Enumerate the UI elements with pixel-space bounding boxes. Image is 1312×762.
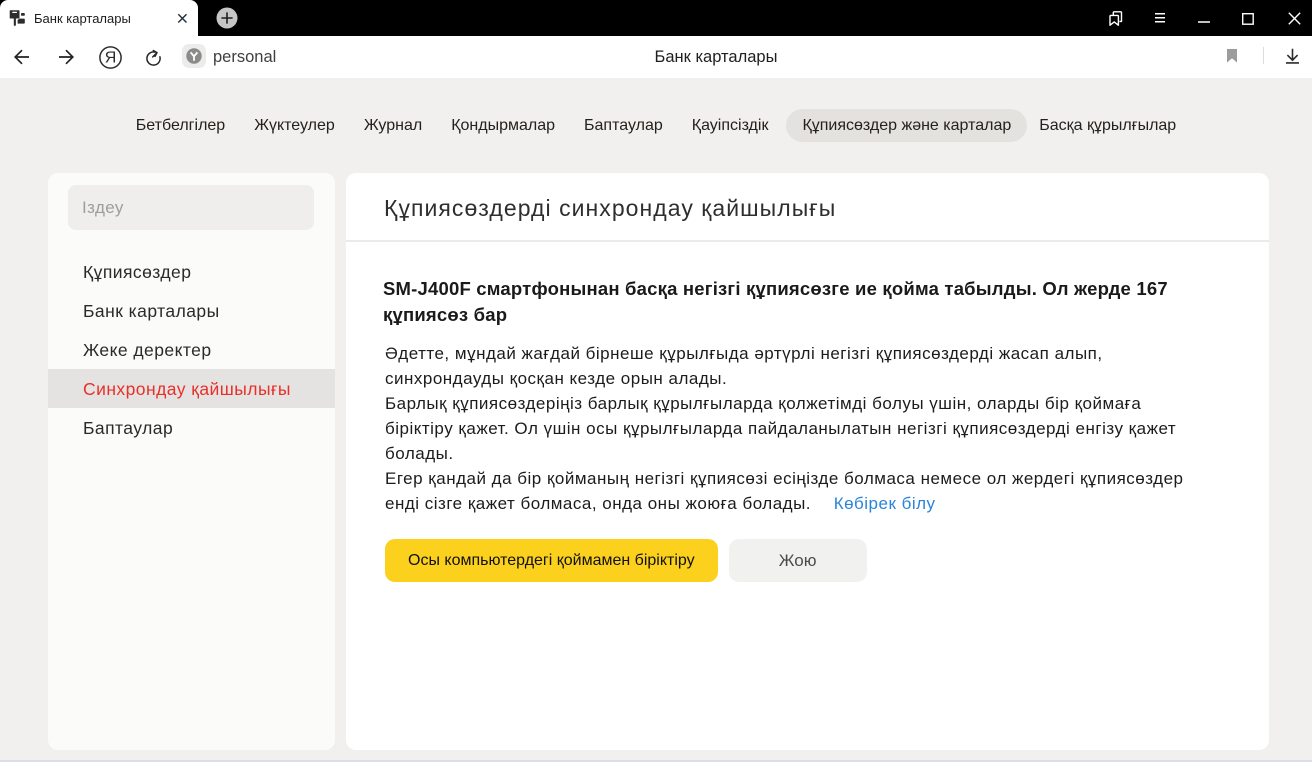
svg-text:Я: Я	[105, 50, 117, 67]
